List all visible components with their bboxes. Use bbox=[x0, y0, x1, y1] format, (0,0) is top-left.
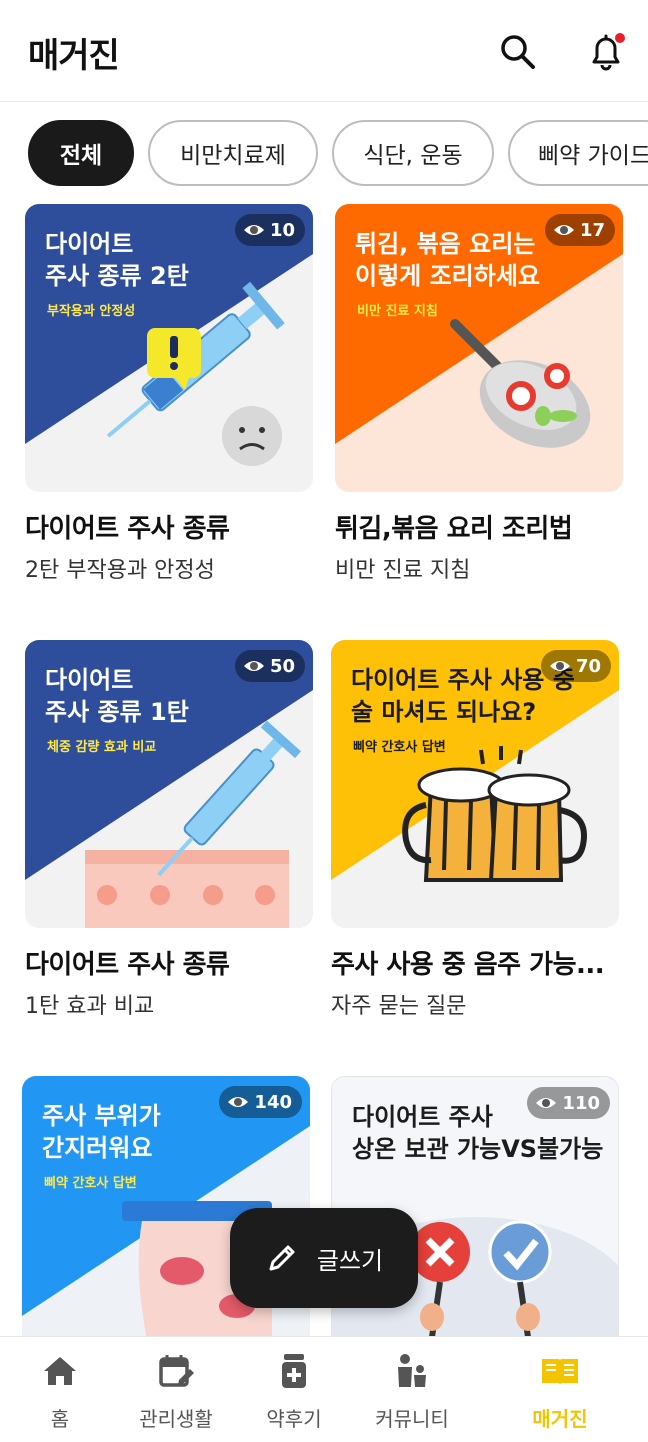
nav-drug-review[interactable]: 약후기 bbox=[234, 1351, 354, 1437]
thumbnail-title: 주사 부위가 간지러워요 bbox=[42, 1102, 161, 1162]
thumbnail-title: 튀김, 볶음 요리는 이렇게 조리하세요 bbox=[355, 230, 540, 290]
view-count: 70 bbox=[575, 655, 601, 677]
eye-icon bbox=[553, 225, 574, 235]
search-icon[interactable] bbox=[498, 32, 538, 72]
people-icon bbox=[398, 1354, 426, 1387]
card-title: 다이어트 주사 종류 bbox=[25, 514, 230, 544]
write-post-button[interactable]: 글쓰기 bbox=[230, 1208, 418, 1308]
card-subtitle: 2탄 부작용과 안정성 bbox=[25, 558, 215, 583]
eye-icon bbox=[549, 661, 570, 671]
nav-label: 관리생활 bbox=[139, 1407, 213, 1431]
book-icon bbox=[542, 1359, 578, 1385]
eye-icon bbox=[228, 1097, 249, 1107]
nav-magazine[interactable]: 매거진 bbox=[500, 1351, 620, 1437]
view-count: 10 bbox=[269, 219, 295, 241]
pencil-icon bbox=[269, 1245, 295, 1271]
page-title: 매거진 bbox=[28, 36, 120, 76]
thumbnail-subtitle: 비만 진료 지침 bbox=[357, 304, 438, 319]
thumbnail-subtitle: 체중 감량 효과 비교 bbox=[47, 740, 157, 755]
bottom-navigation: 홈 관리생활 약후기 커뮤니티 매거진 bbox=[0, 1336, 648, 1442]
view-count: 110 bbox=[562, 1092, 600, 1114]
nav-home[interactable]: 홈 bbox=[0, 1351, 120, 1437]
chip-all[interactable]: 전체 bbox=[28, 120, 134, 186]
thumbnail-subtitle: 부작용과 안정성 bbox=[47, 304, 136, 319]
chip-guide[interactable]: 삐약 가이드 bbox=[508, 120, 648, 186]
thumbnail-subtitle: 삐약 간호사 답변 bbox=[44, 1176, 137, 1191]
card-thumbnail: 다이어트 주사 사용 중 술 마셔도 되나요? 삐약 간호사 답변 70 bbox=[331, 640, 619, 928]
view-count-badge: 10 bbox=[234, 214, 305, 246]
magazine-card[interactable]: 다이어트 주사 종류 1탄 체중 감량 효과 비교 50 다이어트 주사 종류 … bbox=[25, 640, 313, 1030]
card-subtitle: 비만 진료 지침 bbox=[335, 558, 471, 583]
eye-icon bbox=[243, 225, 264, 235]
card-thumbnail: 다이어트 주사 종류 2탄 부작용과 안정성 10 bbox=[25, 204, 313, 492]
calendar-edit-icon bbox=[159, 1355, 194, 1387]
nav-label: 커뮤니티 bbox=[375, 1407, 449, 1431]
chip-diet-exercise[interactable]: 식단, 운동 bbox=[332, 120, 494, 186]
notification-bell-icon[interactable] bbox=[584, 30, 628, 74]
view-count: 140 bbox=[254, 1091, 292, 1113]
eye-icon bbox=[536, 1098, 557, 1108]
magazine-card[interactable]: 다이어트 주사 종류 2탄 부작용과 안정성 10 다이어트 주사 종류 2탄 … bbox=[25, 204, 313, 594]
category-chips: 전체 비만치료제 식단, 운동 삐약 가이드 bbox=[0, 118, 648, 190]
magazine-card[interactable]: 다이어트 주사 사용 중 술 마셔도 되나요? 삐약 간호사 답변 70 주사 … bbox=[331, 640, 619, 1030]
thumbnail-title: 다이어트 주사 종류 2탄 bbox=[45, 230, 189, 290]
view-count-badge: 110 bbox=[527, 1087, 610, 1119]
card-subtitle: 1탄 효과 비교 bbox=[25, 994, 155, 1019]
card-thumbnail: 다이어트 주사 종류 1탄 체중 감량 효과 비교 50 bbox=[25, 640, 313, 928]
card-thumbnail: 튀김, 볶음 요리는 이렇게 조리하세요 비만 진료 지침 17 bbox=[335, 204, 623, 492]
nav-label: 홈 bbox=[50, 1407, 70, 1431]
nav-label: 약후기 bbox=[266, 1407, 322, 1431]
card-subtitle: 자주 묻는 질문 bbox=[331, 994, 467, 1019]
write-post-label: 글쓰기 bbox=[316, 1246, 384, 1275]
eye-icon bbox=[243, 661, 264, 671]
thumbnail-title: 다이어트 주사 종류 1탄 bbox=[45, 666, 189, 726]
view-count-badge: 70 bbox=[540, 650, 611, 682]
card-title: 주사 사용 중 음주 가능... bbox=[331, 950, 605, 980]
medicine-bottle-icon bbox=[282, 1354, 306, 1388]
view-count-badge: 140 bbox=[219, 1086, 302, 1118]
nav-label: 매거진 bbox=[532, 1407, 588, 1431]
home-icon bbox=[44, 1357, 76, 1385]
card-title: 다이어트 주사 종류 bbox=[25, 950, 230, 980]
app-header: 매거진 bbox=[0, 0, 648, 102]
thumbnail-subtitle: 삐약 간호사 답변 bbox=[353, 740, 446, 755]
view-count-badge: 17 bbox=[544, 214, 615, 246]
nav-care-life[interactable]: 관리생활 bbox=[116, 1351, 236, 1437]
view-count: 17 bbox=[579, 219, 605, 241]
magazine-card[interactable]: 튀김, 볶음 요리는 이렇게 조리하세요 비만 진료 지침 17 튀김,볶음 요… bbox=[335, 204, 623, 594]
notification-dot bbox=[615, 33, 625, 43]
card-title: 튀김,볶음 요리 조리법 bbox=[335, 514, 573, 544]
thumbnail-title: 다이어트 주사 사용 중 술 마셔도 되나요? bbox=[351, 666, 575, 726]
view-count-badge: 50 bbox=[234, 650, 305, 682]
view-count: 50 bbox=[269, 655, 295, 677]
chip-obesity-drug[interactable]: 비만치료제 bbox=[148, 120, 318, 186]
nav-community[interactable]: 커뮤니티 bbox=[352, 1351, 472, 1437]
